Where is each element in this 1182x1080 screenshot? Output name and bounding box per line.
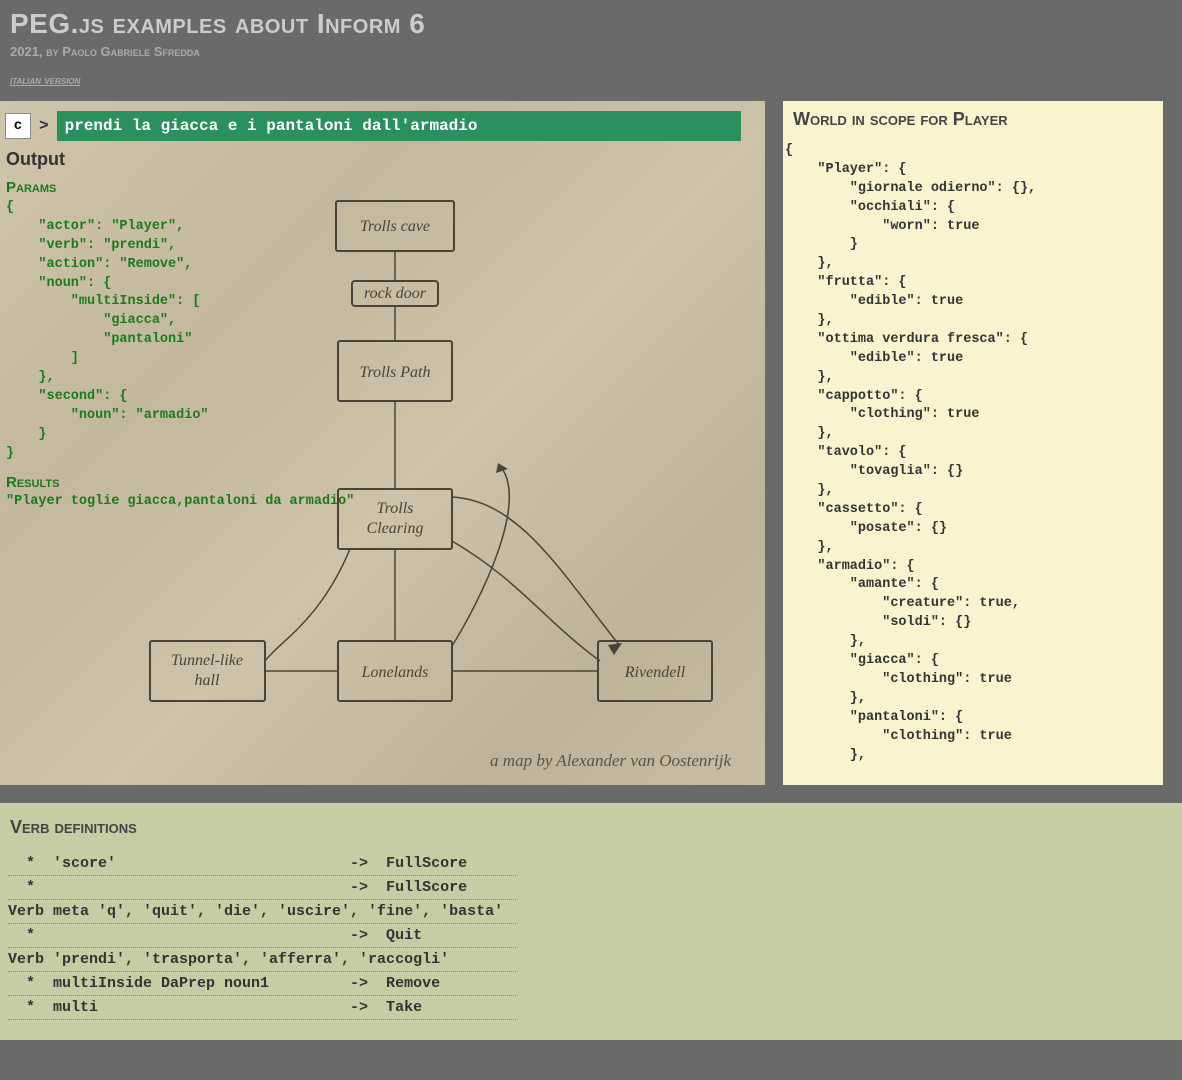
- command-input[interactable]: [57, 111, 741, 141]
- map-node-rivendell: Rivendell: [624, 664, 686, 681]
- page-header: PEG.js examples about Inform 6 2021, by …: [0, 0, 1182, 101]
- map-node-lonelands: Lonelands: [361, 664, 429, 681]
- map-node-trolls-path: Trolls Path: [360, 364, 431, 381]
- verb-heading: Verb definitions: [8, 813, 1174, 852]
- map-node-tunnel-2: hall: [195, 672, 220, 689]
- map-node-trolls-cave: Trolls cave: [360, 218, 430, 235]
- params-heading: Params: [6, 179, 56, 196]
- map-node-rock-door: rock door: [364, 285, 427, 302]
- results-text: "Player toglie giacca,pantaloni da armad…: [6, 494, 354, 509]
- page-subtitle: 2021, by Paolo Gabriele Sfredda: [10, 44, 1172, 59]
- output-panel: Trolls cave rock door Trolls Path Trolls…: [0, 101, 765, 785]
- world-heading: World in scope for Player: [783, 101, 1163, 142]
- world-json: { "Player": { "giornale odierno": {}, "o…: [783, 142, 1163, 765]
- command-bar: c >: [5, 111, 741, 141]
- verb-row: * -> Quit: [8, 924, 518, 948]
- map-node-trolls-clearing-2: Clearing: [367, 520, 424, 537]
- command-c-button[interactable]: c: [5, 113, 31, 139]
- italian-version-link[interactable]: italian version: [10, 73, 80, 87]
- verb-row: Verb meta 'q', 'quit', 'die', 'uscire', …: [8, 900, 518, 924]
- page-title: PEG.js examples about Inform 6: [10, 8, 1172, 40]
- map-credit: a map by Alexander van Oostenrijk: [490, 751, 731, 771]
- verb-row: * multiInside DaPrep noun1 -> Remove: [8, 972, 518, 996]
- verb-row: Verb 'prendi', 'trasporta', 'afferra', '…: [8, 948, 518, 972]
- verb-row: * -> FullScore: [8, 876, 518, 900]
- map-node-tunnel-1: Tunnel-like: [171, 652, 243, 669]
- verb-row: * multi -> Take: [8, 996, 518, 1020]
- verb-panel: Verb definitions * 'score' -> FullScore …: [0, 803, 1182, 1040]
- verb-row: * 'score' -> FullScore: [8, 852, 518, 876]
- prompt-symbol: >: [39, 117, 49, 135]
- map-node-trolls-clearing-1: Trolls: [377, 500, 414, 517]
- verb-table: * 'score' -> FullScore * -> FullScore Ve…: [8, 852, 518, 1020]
- output-heading: Output: [6, 149, 65, 170]
- results-heading: Results: [6, 474, 59, 491]
- params-json: { "actor": "Player", "verb": "prendi", "…: [6, 199, 209, 463]
- world-panel: World in scope for Player { "Player": { …: [783, 101, 1163, 785]
